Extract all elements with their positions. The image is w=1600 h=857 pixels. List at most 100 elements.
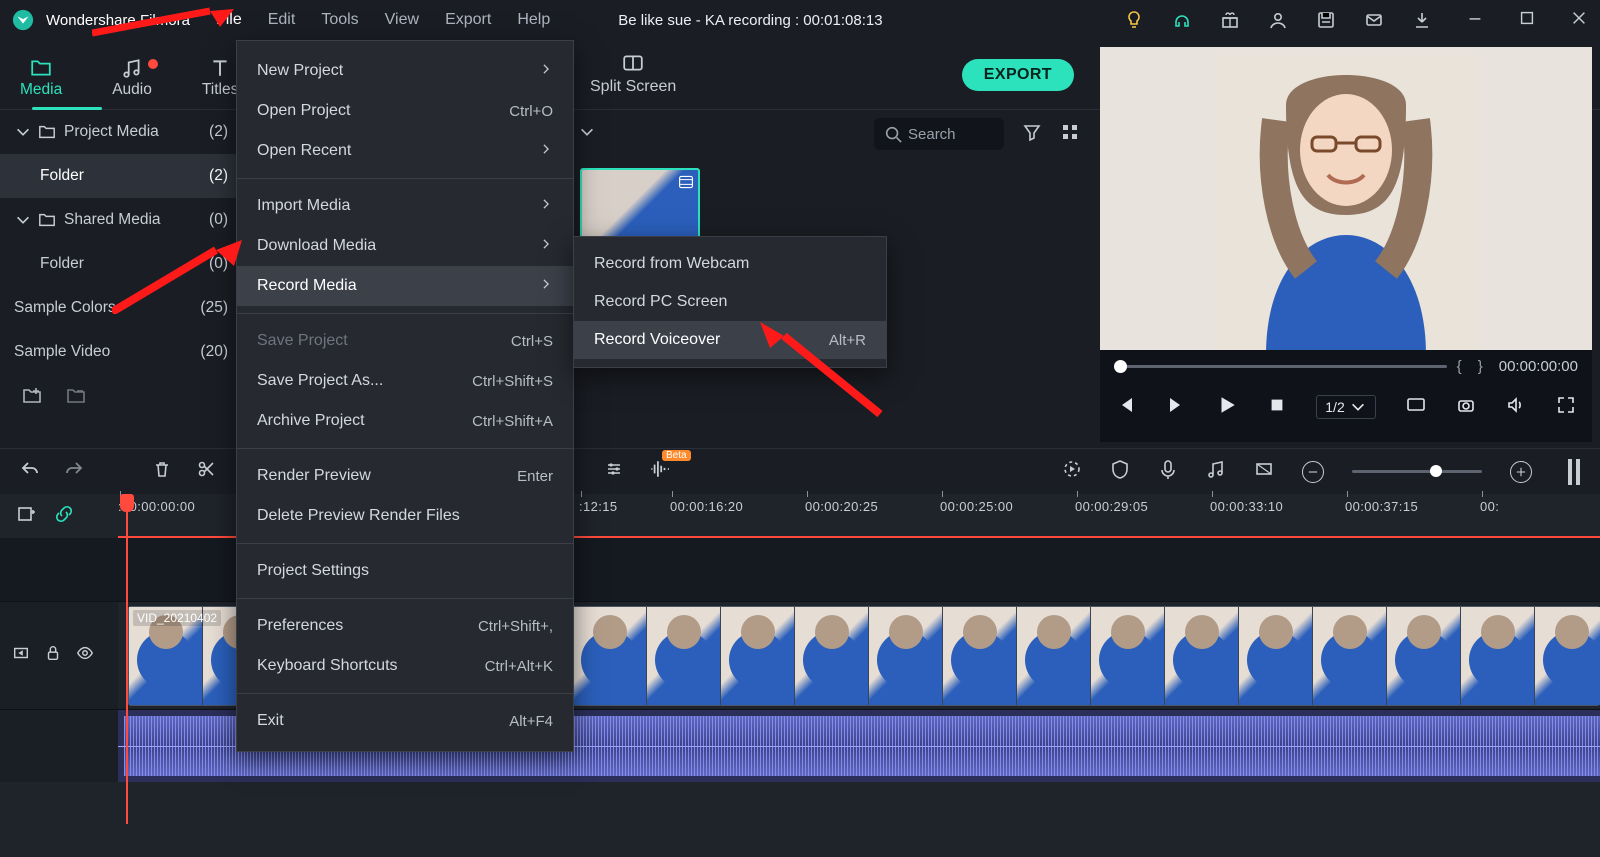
menu-item[interactable]: Open Recent xyxy=(237,131,573,171)
menu-item-shortcut: Enter xyxy=(517,468,553,485)
menu-item-label: New Project xyxy=(257,62,343,80)
marker-braces[interactable]: { } xyxy=(1457,358,1489,375)
fullscreen-icon[interactable] xyxy=(1556,395,1576,420)
zoom-slider[interactable] xyxy=(1352,470,1482,473)
track-visibility-icon[interactable] xyxy=(76,644,94,667)
grid-view-icon[interactable] xyxy=(1060,122,1080,147)
sidebar-item-count: (20) xyxy=(200,343,228,361)
chevron-down-icon xyxy=(14,123,32,141)
window-close-icon[interactable] xyxy=(1570,9,1588,32)
track-head-audio xyxy=(0,710,118,782)
tab-titles[interactable]: Titles xyxy=(202,57,238,109)
ruler-tick: 00:00:16:20 xyxy=(670,499,743,514)
menu-item[interactable]: New Project xyxy=(237,51,573,91)
scrub-head[interactable] xyxy=(1114,360,1127,373)
menu-export[interactable]: Export xyxy=(445,11,491,29)
tab-media[interactable]: Media xyxy=(20,57,62,109)
menu-item[interactable]: Render PreviewEnter xyxy=(237,456,573,496)
tab-split-screen[interactable]: Split Screen xyxy=(590,52,676,96)
tab-label: Titles xyxy=(202,81,238,99)
timeline-fit-icon[interactable] xyxy=(1568,459,1580,485)
menu-item[interactable]: Save Project As...Ctrl+Shift+S xyxy=(237,361,573,401)
menu-item-label: Archive Project xyxy=(257,412,365,430)
menu-edit[interactable]: Edit xyxy=(268,11,296,29)
media-thumbnail[interactable] xyxy=(580,168,700,242)
track-toggle-icon[interactable] xyxy=(12,644,30,667)
play-icon[interactable] xyxy=(1216,394,1238,421)
menu-item[interactable]: Import Media xyxy=(237,186,573,226)
menu-item[interactable]: Open ProjectCtrl+O xyxy=(237,91,573,131)
unlink-icon[interactable] xyxy=(54,504,74,529)
tab-audio[interactable]: Audio xyxy=(112,57,152,109)
delete-folder-icon[interactable] xyxy=(66,386,86,411)
marker-shield-icon[interactable] xyxy=(1110,459,1130,484)
menu-item[interactable]: Archive ProjectCtrl+Shift+A xyxy=(237,401,573,441)
add-track-icon[interactable] xyxy=(16,504,36,529)
gift-icon[interactable] xyxy=(1220,10,1240,30)
ruler-tick: :12:15 xyxy=(579,499,618,514)
menu-view[interactable]: View xyxy=(385,11,419,29)
split-icon[interactable] xyxy=(196,459,216,484)
menu-item[interactable]: Delete Preview Render Files xyxy=(237,496,573,536)
volume-icon[interactable] xyxy=(1506,395,1526,420)
menu-item[interactable]: Download Media xyxy=(237,226,573,266)
submenu-item-label: Record PC Screen xyxy=(594,293,727,311)
tips-icon[interactable] xyxy=(1124,10,1144,30)
window-maximize-icon[interactable] xyxy=(1518,9,1536,32)
menu-item[interactable]: Record Media xyxy=(237,266,573,306)
download-icon[interactable] xyxy=(1412,10,1432,30)
title-icons xyxy=(1124,10,1440,30)
filter-icon[interactable] xyxy=(1022,122,1042,147)
playhead[interactable] xyxy=(126,494,128,824)
sidebar-item-sample-video[interactable]: Sample Video (20) xyxy=(0,330,242,374)
aspect-ratio-icon[interactable] xyxy=(1254,459,1274,484)
new-folder-icon[interactable] xyxy=(22,386,42,411)
sort-chevron-icon[interactable] xyxy=(578,123,596,146)
zoom-slider-handle[interactable] xyxy=(1430,465,1442,477)
submenu-item[interactable]: Record from Webcam xyxy=(574,245,886,283)
sidebar-item-label: Project Media xyxy=(64,123,159,141)
menu-item-shortcut: Ctrl+S xyxy=(511,333,553,350)
prev-frame-icon[interactable] xyxy=(1116,395,1136,420)
adjust-icon[interactable] xyxy=(604,459,624,484)
preview-video[interactable] xyxy=(1100,47,1592,350)
stop-icon[interactable] xyxy=(1268,396,1286,419)
menu-item[interactable]: Project Settings xyxy=(237,551,573,591)
menu-item-label: Keyboard Shortcuts xyxy=(257,657,398,675)
user-icon[interactable] xyxy=(1268,10,1288,30)
menu-help[interactable]: Help xyxy=(517,11,550,29)
next-frame-icon[interactable] xyxy=(1166,395,1186,420)
headset-icon[interactable] xyxy=(1172,10,1192,30)
display-mode-icon[interactable] xyxy=(1406,395,1426,420)
menu-tools[interactable]: Tools xyxy=(321,11,358,29)
audio-mixer-icon[interactable] xyxy=(1206,459,1226,484)
mail-icon[interactable] xyxy=(1364,10,1384,30)
search-input[interactable]: Search xyxy=(874,118,1004,150)
zoom-out-icon[interactable] xyxy=(1302,461,1324,483)
chevron-right-icon xyxy=(539,237,553,256)
render-preview-icon[interactable] xyxy=(1062,459,1082,484)
undo-icon[interactable] xyxy=(20,459,40,484)
menu-item[interactable]: Keyboard Shortcuts Ctrl+Alt+K xyxy=(237,646,573,686)
scrub-track[interactable] xyxy=(1114,365,1447,368)
menu-item-shortcut: Alt+F4 xyxy=(509,713,553,730)
menu-item[interactable]: Save ProjectCtrl+S xyxy=(237,321,573,361)
delete-icon[interactable] xyxy=(152,459,172,484)
voiceover-icon[interactable] xyxy=(1158,459,1178,484)
zoom-in-icon[interactable] xyxy=(1510,461,1532,483)
save-icon[interactable] xyxy=(1316,10,1336,30)
submenu-item[interactable]: Record PC Screen xyxy=(574,283,886,321)
sidebar-item-folder[interactable]: Folder (2) xyxy=(0,154,242,198)
audio-tool-icon[interactable]: Beta xyxy=(648,458,670,485)
window-minimize-icon[interactable] xyxy=(1466,9,1484,32)
menu-item[interactable]: PreferencesCtrl+Shift+, xyxy=(237,606,573,646)
submenu-item-label: Record Voiceover xyxy=(594,331,720,349)
export-button[interactable]: EXPORT xyxy=(962,59,1074,91)
track-lock-icon[interactable] xyxy=(44,644,62,667)
sidebar-item-project-media[interactable]: Project Media (2) xyxy=(0,110,242,154)
menu-item-shortcut: Ctrl+Alt+K xyxy=(485,658,553,675)
snapshot-icon[interactable] xyxy=(1456,395,1476,420)
preview-ratio-dropdown[interactable]: 1/2 xyxy=(1316,395,1375,419)
menu-item[interactable]: ExitAlt+F4 xyxy=(237,701,573,741)
redo-icon[interactable] xyxy=(64,459,84,484)
